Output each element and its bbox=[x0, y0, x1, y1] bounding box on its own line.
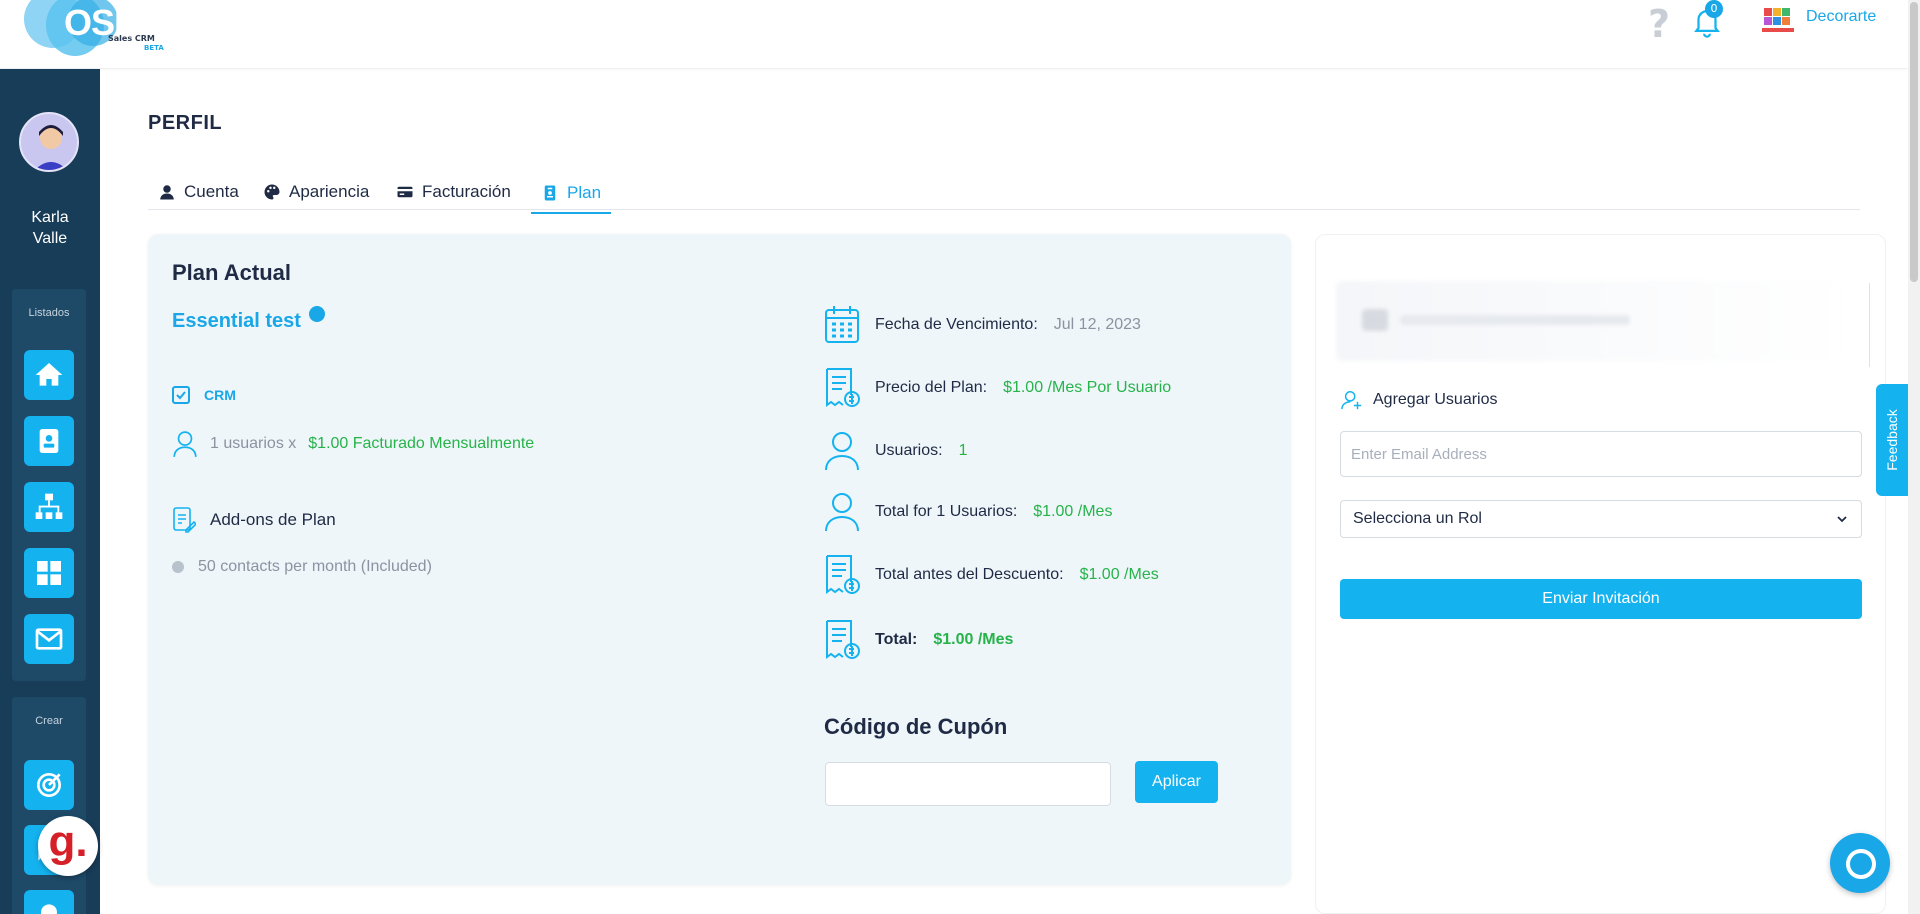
users-count-row: Usuarios: 1 bbox=[823, 430, 967, 472]
crear-label: Crear bbox=[35, 715, 63, 727]
question-icon[interactable]: ? bbox=[1648, 2, 1670, 46]
crear-group: Crear bbox=[12, 697, 86, 914]
calendar-icon bbox=[825, 306, 859, 343]
receipt-dollar-icon bbox=[826, 555, 860, 594]
palette-icon bbox=[264, 184, 280, 200]
addons-title: Add-ons de Plan bbox=[172, 506, 336, 534]
total-row: Total: $1.00 /Mes bbox=[823, 619, 1013, 661]
target-icon bbox=[37, 773, 61, 797]
add-users-title: Agregar Usuarios bbox=[1341, 389, 1498, 411]
bullet-icon bbox=[172, 561, 184, 573]
g-app-icon[interactable]: g. bbox=[38, 816, 98, 876]
user-outline-icon bbox=[825, 493, 859, 532]
plan-card: Plan Actual Essential test CRM 1 usuario… bbox=[148, 234, 1291, 885]
pre-discount-row: Total antes del Descuento: $1.00 /Mes bbox=[823, 554, 1159, 596]
module-crm: CRM bbox=[172, 386, 236, 404]
tab-plan[interactable]: Plan bbox=[531, 174, 612, 214]
listados-group: Listados bbox=[12, 289, 86, 681]
tab-label: Cuenta bbox=[184, 182, 239, 201]
email-field[interactable] bbox=[1340, 431, 1862, 477]
dashboard-button[interactable] bbox=[24, 548, 74, 598]
dashboard-icon bbox=[37, 561, 61, 585]
create-target-button[interactable] bbox=[24, 760, 74, 810]
verified-icon bbox=[308, 305, 325, 322]
tab-cuenta[interactable]: Cuenta bbox=[158, 174, 239, 210]
tab-label: Plan bbox=[567, 183, 602, 202]
chevron-down-icon bbox=[1837, 516, 1847, 523]
receipt-dollar-icon bbox=[826, 368, 860, 407]
total-users-row: Total for 1 Usuarios: $1.00 /Mes bbox=[823, 491, 1112, 533]
divider bbox=[1869, 283, 1870, 367]
user-outline-icon bbox=[825, 432, 859, 471]
company-logo bbox=[1762, 8, 1794, 32]
osmos-logo[interactable]: OSMOS Sales CRM BETA bbox=[24, 0, 194, 60]
profile-tabs: Cuenta Apariencia Facturación Plan bbox=[148, 170, 1860, 214]
contacts-icon bbox=[39, 429, 59, 453]
apply-coupon-button[interactable]: Aplicar bbox=[1135, 761, 1218, 803]
bulb-icon bbox=[41, 904, 57, 914]
plan-name: Essential test bbox=[172, 305, 325, 333]
tab-apariencia[interactable]: Apariencia bbox=[263, 174, 369, 210]
users-billing-line: 1 usuarios x $1.00 Facturado Mensualment… bbox=[172, 430, 534, 458]
card-icon bbox=[397, 186, 413, 198]
user-outline-icon bbox=[173, 431, 197, 457]
coupon-input[interactable] bbox=[825, 762, 1111, 806]
feedback-tab[interactable]: Feedback bbox=[1876, 384, 1908, 496]
tab-label: Apariencia bbox=[289, 182, 370, 201]
mail-icon bbox=[35, 628, 63, 650]
tab-label: Facturación bbox=[422, 182, 511, 201]
notes-edit-icon bbox=[173, 507, 196, 533]
contacts-button[interactable] bbox=[24, 416, 74, 466]
plan-heading: Plan Actual bbox=[172, 260, 291, 285]
brand-subtitle: Sales CRM bbox=[108, 34, 155, 43]
blurred-content bbox=[1336, 281, 1846, 361]
notification-count-badge: 0 bbox=[1705, 0, 1723, 18]
feedback-label: Feedback bbox=[1884, 409, 1900, 471]
page-title: PERFIL bbox=[148, 112, 223, 134]
id-badge-icon bbox=[544, 185, 556, 201]
avatar[interactable] bbox=[19, 112, 79, 172]
beta-label: BETA bbox=[144, 44, 164, 52]
mail-button[interactable] bbox=[24, 614, 74, 664]
org-chart-button[interactable] bbox=[24, 482, 74, 532]
chat-launcher-button[interactable] bbox=[1830, 833, 1890, 893]
home-button[interactable] bbox=[24, 350, 74, 400]
due-date-row: Fecha de Vencimiento: Jul 12, 2023 bbox=[823, 304, 1141, 346]
receipt-dollar-icon bbox=[826, 620, 860, 659]
invite-users-panel: Agregar Usuarios Selecciona un Rol Envia… bbox=[1315, 234, 1886, 914]
user-name: Karla Valle bbox=[31, 209, 69, 247]
plan-price-row: Precio del Plan: $1.00 /Mes Por Usuario bbox=[823, 367, 1171, 409]
addon-item: 50 contacts per month (Included) bbox=[172, 558, 432, 576]
top-bar: OSMOS Sales CRM BETA ? 0 Decorarte bbox=[0, 0, 1908, 69]
scrollbar-thumb[interactable] bbox=[1910, 2, 1918, 282]
org-chart-icon bbox=[35, 493, 63, 519]
create-idea-button[interactable] bbox=[24, 890, 74, 914]
company-name[interactable]: Decorarte bbox=[1806, 8, 1876, 26]
coupon-title: Código de Cupón bbox=[824, 714, 1008, 739]
listados-label: Listados bbox=[28, 307, 70, 319]
page-scrollbar[interactable] bbox=[1908, 0, 1920, 914]
tab-facturacion[interactable]: Facturación bbox=[396, 174, 511, 210]
role-select[interactable]: Selecciona un Rol bbox=[1340, 500, 1862, 538]
user-plus-icon bbox=[1341, 391, 1362, 410]
role-select-value: Selecciona un Rol bbox=[1353, 510, 1482, 527]
sidebar: Karla Valle Listados Crear bbox=[0, 69, 100, 914]
send-invite-button[interactable]: Enviar Invitación bbox=[1340, 579, 1862, 619]
checkbox-icon bbox=[172, 386, 190, 404]
home-icon bbox=[35, 363, 63, 386]
user-icon bbox=[160, 185, 174, 200]
